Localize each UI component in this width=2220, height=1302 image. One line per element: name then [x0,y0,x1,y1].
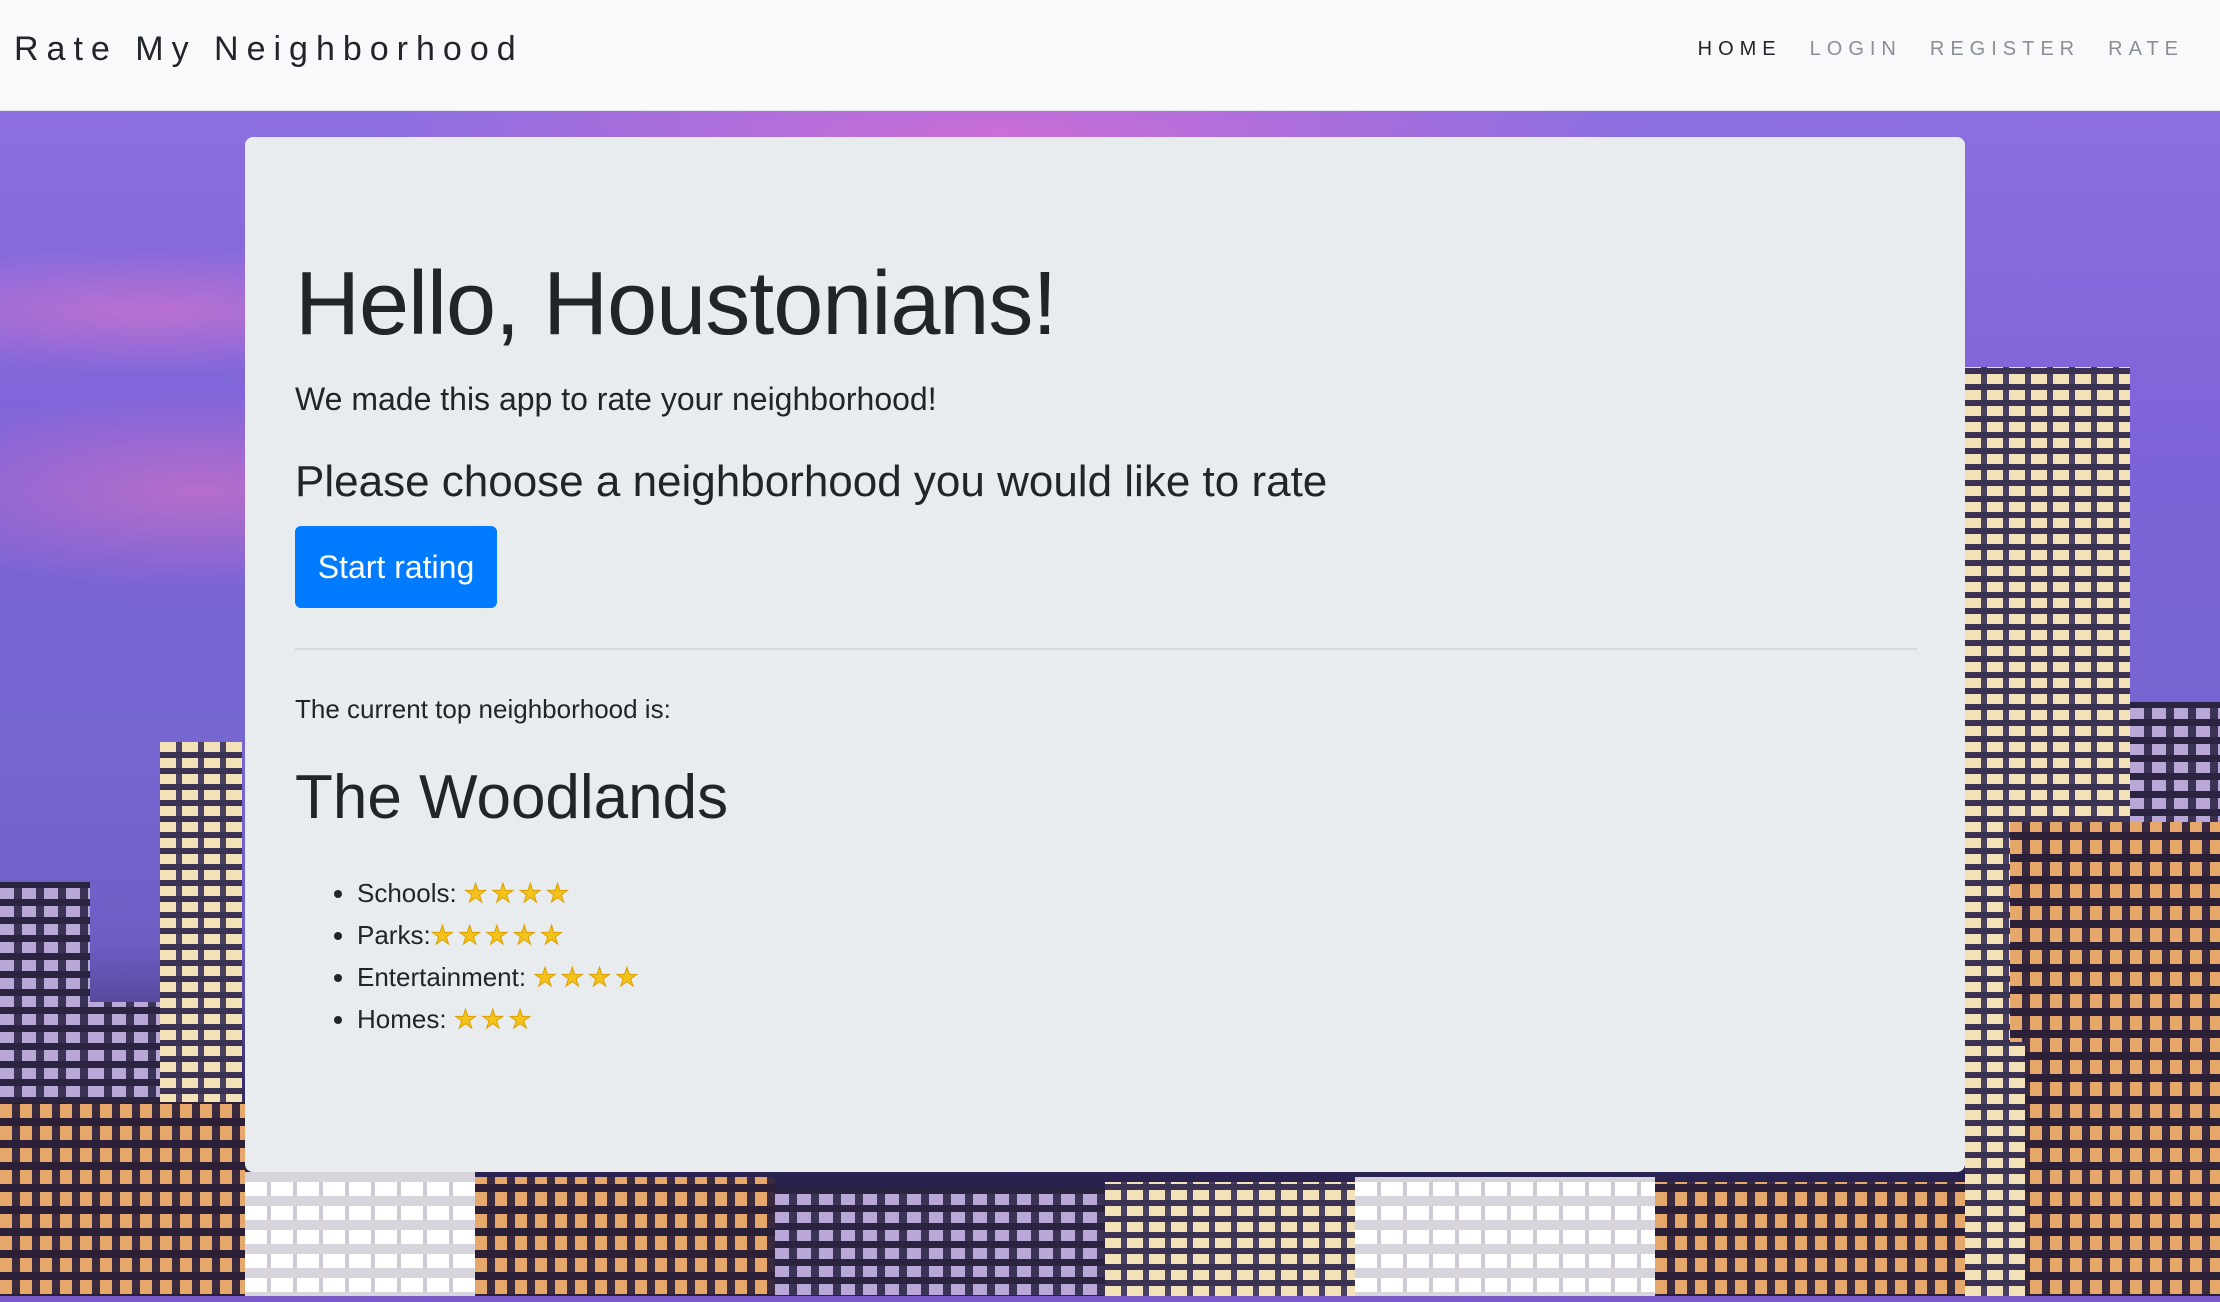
star-icon: ★★★★★ [430,921,568,952]
nav-link-register[interactable]: REGISTER [1930,38,2080,61]
rating-item-entertainment: Entertainment: ★★★★ [357,957,643,999]
rating-label: Schools: [357,878,464,908]
nav-link-home[interactable]: HOME [1698,38,1782,61]
top-neighborhood-label: The current top neighborhood is: [295,694,671,724]
jumbotron-card: Hello, Houstonians! We made this app to … [245,137,1965,1172]
rating-label: Parks: [357,920,431,950]
rating-item-parks: Parks:★★★★★ [357,915,643,957]
bottom-strip [0,1296,2220,1302]
nav-links: HOME LOGIN REGISTER RATE [1698,38,2184,61]
building [1355,1177,1655,1302]
start-rating-button[interactable]: Start rating [295,526,497,608]
page-title: Hello, Houstonians! [295,254,1057,354]
nav-link-login[interactable]: LOGIN [1810,38,1902,61]
rating-label: Homes: [357,1004,454,1034]
ratings-list: Schools: ★★★★ Parks:★★★★★ Entertainment:… [327,873,643,1041]
nav-link-rate[interactable]: RATE [2108,38,2184,61]
building [1965,1042,2025,1302]
rating-label: Entertainment: [357,962,534,992]
choose-prompt: Please choose a neighborhood you would l… [295,457,1328,506]
divider [295,648,1917,650]
building [2010,822,2220,1302]
building [475,1177,775,1302]
building [1655,1182,1965,1302]
star-icon: ★★★★ [533,963,643,994]
brand-link[interactable]: Rate My Neighborhood [14,30,524,69]
navbar: Rate My Neighborhood HOME LOGIN REGISTER… [0,0,2220,111]
building [1105,1182,1355,1302]
building [775,1187,1105,1302]
rating-item-homes: Homes: ★★★ [357,999,643,1041]
lead-text: We made this app to rate your neighborho… [295,381,937,417]
building [245,1172,475,1302]
star-icon: ★★★ [453,1005,536,1036]
top-neighborhood-name: The Woodlands [295,763,729,832]
rating-item-schools: Schools: ★★★★ [357,873,643,915]
building [0,1102,245,1302]
star-icon: ★★★★ [463,879,574,910]
